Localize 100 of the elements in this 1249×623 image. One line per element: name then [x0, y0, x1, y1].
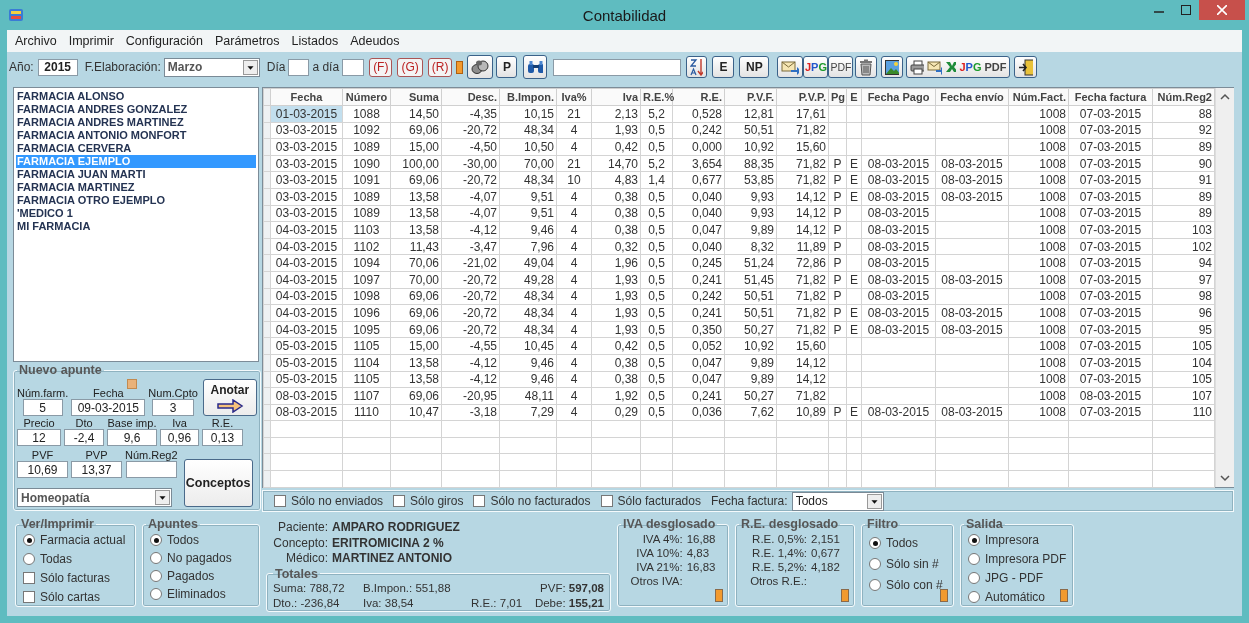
- table-cell[interactable]: 50,27: [724, 387, 777, 405]
- table-cell[interactable]: 07-03-2015: [1068, 105, 1153, 123]
- table-cell[interactable]: 0,5: [640, 387, 673, 405]
- radio-button[interactable]: [869, 537, 881, 549]
- list-item[interactable]: FARMACIA JUAN MARTI: [16, 168, 256, 181]
- table-cell[interactable]: 1090: [342, 155, 391, 172]
- table-cell[interactable]: 07-03-2015: [1068, 171, 1153, 189]
- checkbox[interactable]: [473, 495, 486, 507]
- table-cell[interactable]: 1008: [1008, 371, 1069, 388]
- table-cell[interactable]: 103: [1152, 221, 1215, 239]
- radio-button[interactable]: [968, 553, 980, 565]
- table-cell[interactable]: 4,83: [591, 171, 641, 189]
- checkbox[interactable]: [600, 495, 613, 507]
- table-cell[interactable]: 03-03-2015: [270, 122, 343, 139]
- table-cell[interactable]: 08-03-2015: [861, 238, 936, 255]
- list-item[interactable]: FARMACIA ALONSO: [16, 90, 256, 103]
- table-cell[interactable]: -4,35: [441, 105, 500, 123]
- input-field[interactable]: [553, 58, 682, 76]
- table-cell[interactable]: 1008: [1008, 288, 1069, 305]
- table-cell[interactable]: 1089: [342, 205, 391, 222]
- table-cell[interactable]: 10,50: [499, 138, 557, 156]
- table-cell[interactable]: 51,24: [724, 254, 777, 272]
- table-cell[interactable]: 69,06: [390, 387, 442, 405]
- table-cell[interactable]: 4: [556, 337, 592, 355]
- table-cell[interactable]: 0,5: [640, 271, 673, 289]
- table-cell[interactable]: -20,72: [441, 271, 500, 289]
- search-button[interactable]: [523, 55, 548, 79]
- table-cell[interactable]: P: [828, 171, 847, 189]
- table-cell[interactable]: 14,12: [776, 188, 829, 206]
- table-cell[interactable]: E: [846, 155, 862, 172]
- table-cell[interactable]: 69,06: [390, 122, 442, 139]
- table-cell[interactable]: 1008: [1008, 122, 1069, 139]
- input-field[interactable]: 9,6: [107, 429, 157, 446]
- column-header[interactable]: Fecha: [270, 88, 343, 106]
- column-header[interactable]: Iva%: [556, 88, 592, 106]
- table-cell[interactable]: -3,18: [441, 404, 500, 421]
- table-cell[interactable]: P: [828, 221, 847, 239]
- small-button[interactable]: [456, 60, 464, 74]
- table-cell[interactable]: 1008: [1008, 221, 1069, 239]
- table-cell[interactable]: 03-03-2015: [270, 138, 343, 156]
- table-cell[interactable]: 07-03-2015: [1068, 205, 1153, 222]
- table-cell[interactable]: 94: [1152, 254, 1215, 272]
- table-cell[interactable]: 4: [556, 404, 592, 421]
- table-cell[interactable]: 1104: [342, 354, 391, 371]
- table-cell[interactable]: 1091: [342, 171, 391, 189]
- table-cell[interactable]: 0,38: [591, 188, 641, 206]
- table-cell[interactable]: 91: [1152, 171, 1215, 189]
- table-cell[interactable]: 1008: [1008, 337, 1069, 355]
- table-cell[interactable]: 0,5: [640, 205, 673, 222]
- table-cell[interactable]: 15,00: [390, 337, 442, 355]
- checkbox[interactable]: [23, 572, 35, 584]
- table-cell[interactable]: 3,654: [672, 155, 725, 172]
- table-cell[interactable]: 13,58: [390, 371, 442, 388]
- table-cell[interactable]: 08-03-2015: [935, 171, 1009, 189]
- table-cell[interactable]: 110: [1152, 404, 1215, 421]
- table-cell[interactable]: 1105: [342, 371, 391, 388]
- table-cell[interactable]: 08-03-2015: [861, 404, 936, 421]
- table-cell[interactable]: 10,92: [724, 138, 777, 156]
- table-cell[interactable]: 0,32: [591, 238, 641, 255]
- table-cell[interactable]: 0,5: [640, 304, 673, 322]
- menu-item[interactable]: Parámetros: [208, 34, 286, 48]
- table-cell[interactable]: 0,5: [640, 221, 673, 239]
- table-cell[interactable]: 0,5: [640, 254, 673, 272]
- table-cell[interactable]: 1008: [1008, 105, 1069, 123]
- input-field[interactable]: [342, 58, 365, 76]
- table-cell[interactable]: E: [846, 271, 862, 289]
- table-cell[interactable]: P: [828, 188, 847, 206]
- table-cell[interactable]: 4: [556, 271, 592, 289]
- table-cell[interactable]: 08-03-2015: [935, 321, 1009, 338]
- radio-button[interactable]: [23, 553, 35, 565]
- list-item[interactable]: FARMACIA OTRO EJEMPLO: [16, 194, 256, 207]
- table-cell[interactable]: 1094: [342, 254, 391, 272]
- table-cell[interactable]: 1,96: [591, 254, 641, 272]
- table-cell[interactable]: 10,15: [499, 105, 557, 123]
- table-cell[interactable]: 07-03-2015: [1068, 254, 1153, 272]
- table-cell[interactable]: 10,92: [724, 337, 777, 355]
- table-cell[interactable]: 21: [556, 105, 592, 123]
- p-button[interactable]: P: [496, 56, 518, 78]
- table-cell[interactable]: 08-03-2015: [270, 404, 343, 421]
- menu-item[interactable]: Adeudos: [344, 34, 406, 48]
- column-header[interactable]: B.Impon.: [499, 88, 557, 106]
- table-cell[interactable]: 105: [1152, 337, 1215, 355]
- small-button[interactable]: [1060, 589, 1069, 602]
- table-cell[interactable]: -3,47: [441, 238, 500, 255]
- table-cell[interactable]: 0,5: [640, 371, 673, 388]
- table-cell[interactable]: 4: [556, 221, 592, 239]
- table-cell[interactable]: 13,58: [390, 221, 442, 239]
- table-cell[interactable]: -4,12: [441, 354, 500, 371]
- table-cell[interactable]: 1008: [1008, 205, 1069, 222]
- menu-item[interactable]: Listados: [285, 34, 345, 48]
- input-field[interactable]: 13,37: [71, 461, 122, 478]
- table-cell[interactable]: 88,35: [724, 155, 777, 172]
- list-item[interactable]: FARMACIA ANTONIO MONFORT: [16, 129, 256, 142]
- small-button[interactable]: [940, 589, 948, 602]
- table-cell[interactable]: 4: [556, 254, 592, 272]
- table-cell[interactable]: 0,047: [672, 354, 725, 371]
- table-cell[interactable]: 07-03-2015: [1068, 238, 1153, 255]
- table-cell[interactable]: 1098: [342, 288, 391, 305]
- column-header[interactable]: Número: [342, 88, 391, 106]
- table-cell[interactable]: E: [846, 404, 862, 421]
